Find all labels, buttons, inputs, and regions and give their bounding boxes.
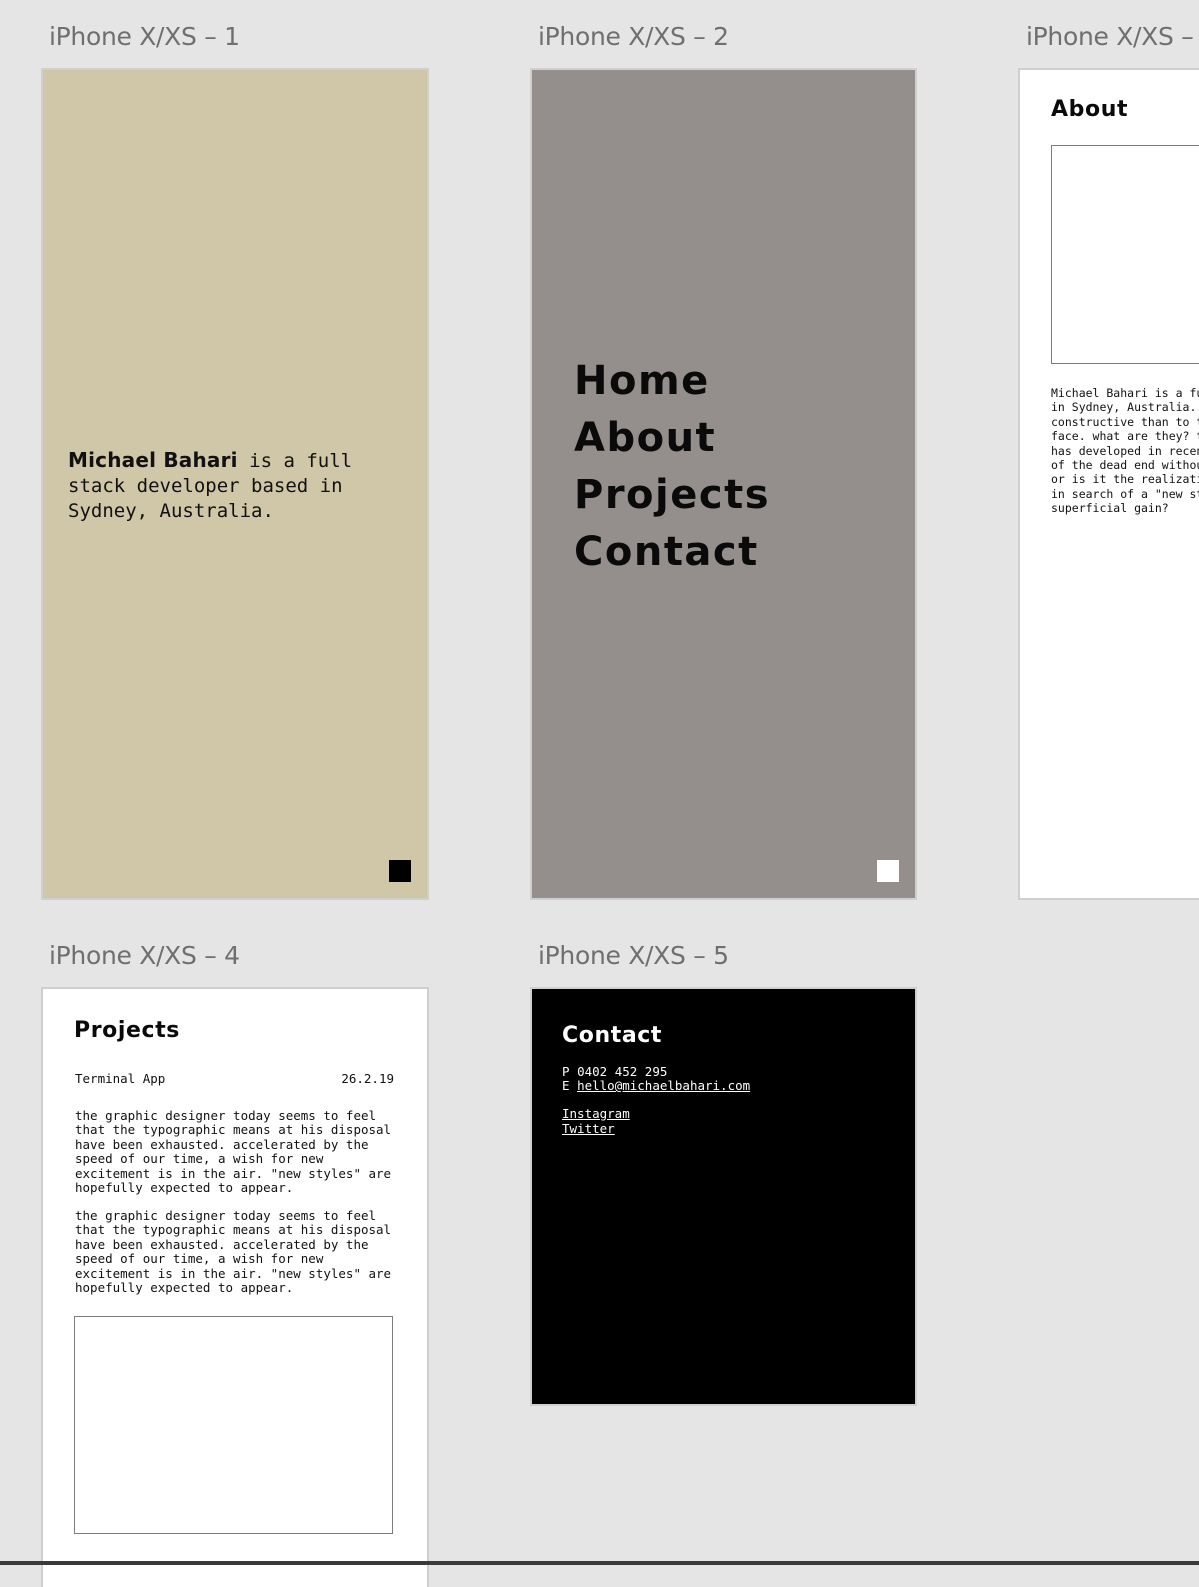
contact-email-line: E hello@michaelbahari.com xyxy=(562,1078,750,1093)
intro-name: Michael Bahari xyxy=(68,448,238,472)
artboard-label-1[interactable]: iPhone X/XS – 1 xyxy=(49,22,240,51)
about-body-text: Michael Bahari is a full stack developer… xyxy=(1051,386,1199,516)
close-square-icon[interactable] xyxy=(877,860,899,882)
nav-item-projects[interactable]: Projects xyxy=(574,467,770,524)
project-meta: Terminal App 26.2.19 xyxy=(75,1071,394,1086)
phone-prefix: P xyxy=(562,1064,570,1079)
intro-text: Michael Bahari is a full stack developer… xyxy=(68,448,408,524)
about-title: About xyxy=(1051,97,1129,122)
email-link[interactable]: hello@michaelbahari.com xyxy=(577,1078,750,1093)
contact-title: Contact xyxy=(562,1023,663,1048)
nav-item-contact[interactable]: Contact xyxy=(574,524,770,581)
projects-title: Projects xyxy=(74,1018,181,1043)
project-paragraph-2: the graphic designer today seems to feel… xyxy=(75,1208,392,1296)
artboard-contact[interactable]: Contact P 0402 452 295 E hello@michaelba… xyxy=(530,987,917,1406)
artboard-about[interactable]: About Michael Bahari is a full stack dev… xyxy=(1018,68,1199,900)
project-image-placeholder xyxy=(74,1316,393,1534)
menu-square-icon[interactable] xyxy=(389,860,411,882)
email-prefix: E xyxy=(562,1078,570,1093)
canvas-bottom-edge xyxy=(0,1561,1199,1565)
about-image-placeholder xyxy=(1051,145,1199,364)
phone-number: 0402 452 295 xyxy=(577,1064,668,1079)
artboard-projects[interactable]: Projects Terminal App 26.2.19 the graphi… xyxy=(41,987,429,1587)
nav-item-about[interactable]: About xyxy=(574,410,770,467)
project-name: Terminal App xyxy=(75,1071,166,1086)
artboard-label-2[interactable]: iPhone X/XS – 2 xyxy=(538,22,729,51)
nav-menu: Home About Projects Contact xyxy=(574,353,770,581)
artboard-navigation[interactable]: Home About Projects Contact xyxy=(530,68,917,900)
artboard-label-4[interactable]: iPhone X/XS – 4 xyxy=(49,941,240,970)
instagram-link[interactable]: Instagram xyxy=(562,1106,630,1121)
artboard-label-5[interactable]: iPhone X/XS – 5 xyxy=(538,941,729,970)
artboard-home-intro[interactable]: Michael Bahari is a full stack developer… xyxy=(41,68,429,900)
nav-item-home[interactable]: Home xyxy=(574,353,770,410)
artboard-label-3[interactable]: iPhone X/XS – 3 xyxy=(1026,22,1199,51)
twitter-link[interactable]: Twitter xyxy=(562,1121,615,1136)
project-paragraph-1: the graphic designer today seems to feel… xyxy=(75,1108,392,1196)
project-date: 26.2.19 xyxy=(341,1071,394,1086)
